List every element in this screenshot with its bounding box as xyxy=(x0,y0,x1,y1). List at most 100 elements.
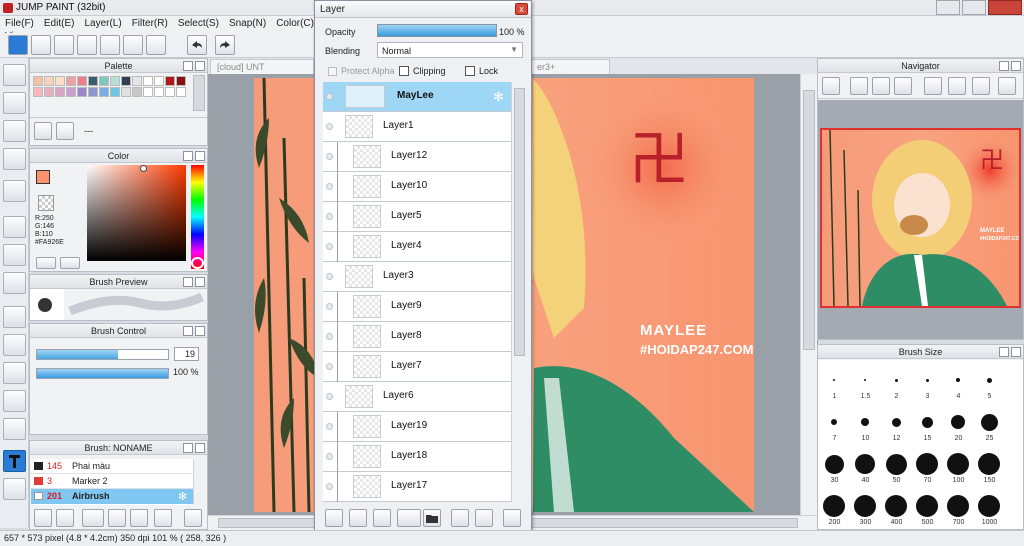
rotate-right-icon[interactable] xyxy=(972,77,990,95)
magic-wand-tool-icon[interactable] xyxy=(3,362,26,384)
palette-swatch[interactable] xyxy=(33,87,43,97)
close-panel-icon[interactable] xyxy=(1011,61,1021,71)
brush-size-value[interactable]: 19 xyxy=(174,347,199,361)
duplicate-layer-button[interactable] xyxy=(373,509,391,527)
palette-swatch[interactable] xyxy=(165,76,175,86)
menu-filter[interactable]: Filter(R) xyxy=(127,16,173,29)
palette-swatch[interactable] xyxy=(44,76,54,86)
palette-swatch[interactable] xyxy=(110,76,120,86)
brush-size-dot[interactable] xyxy=(885,453,907,475)
canvas-vertical-scrollbar[interactable] xyxy=(800,74,817,515)
close-layer-panel-button[interactable]: x xyxy=(515,3,528,15)
brush-size-dot[interactable] xyxy=(855,454,875,474)
layer-row[interactable]: Layer4 xyxy=(323,232,511,262)
zoom-icon[interactable] xyxy=(822,77,840,95)
visibility-toggle-icon[interactable] xyxy=(326,333,333,340)
visibility-toggle-icon[interactable] xyxy=(326,183,333,190)
lock-checkbox[interactable] xyxy=(465,66,475,76)
clear-layer-button[interactable] xyxy=(475,509,493,527)
visibility-toggle-icon[interactable] xyxy=(326,453,333,460)
new-vector-layer-button[interactable] xyxy=(349,509,367,527)
layer-opacity-slider[interactable] xyxy=(377,24,497,37)
palette-swatch[interactable] xyxy=(99,87,109,97)
eraser-tool-icon[interactable] xyxy=(3,92,26,114)
palette-scrollbar[interactable] xyxy=(193,75,205,111)
line-tool-icon[interactable] xyxy=(3,148,26,170)
brush-menu-button[interactable] xyxy=(34,509,52,527)
cloud-icon[interactable] xyxy=(8,35,28,55)
move-tool-icon[interactable] xyxy=(3,180,26,202)
palette-swatch[interactable] xyxy=(132,87,142,97)
visibility-toggle-icon[interactable] xyxy=(326,273,333,280)
visibility-toggle-icon[interactable] xyxy=(326,153,333,160)
float-icon[interactable] xyxy=(183,61,193,71)
layer-row-selected[interactable]: MayLee ✻ xyxy=(323,82,511,112)
brush-list-item-selected[interactable]: 201 Airbrush ✻ xyxy=(31,489,193,504)
close-panel-icon[interactable] xyxy=(195,61,205,71)
redo-button[interactable] xyxy=(215,35,235,55)
delete-layer-button[interactable] xyxy=(503,509,521,527)
blending-select[interactable]: Normal ▼ xyxy=(377,42,523,58)
brush-folder-button[interactable] xyxy=(130,509,148,527)
close-panel-icon[interactable] xyxy=(1011,347,1021,357)
new-palette-button[interactable] xyxy=(34,122,52,140)
gear-icon[interactable]: ✻ xyxy=(493,89,504,105)
bucket-tool-icon[interactable] xyxy=(3,244,26,266)
brush-list-item[interactable]: 3 Marker 2 xyxy=(31,474,193,489)
fill-rect-tool-icon[interactable] xyxy=(3,216,26,238)
brush-size-dot[interactable] xyxy=(921,416,933,428)
palette-swatch[interactable] xyxy=(110,87,120,97)
new-layer-button[interactable] xyxy=(325,509,343,527)
gear-icon[interactable]: ✻ xyxy=(178,490,187,503)
color-picker-handle[interactable] xyxy=(140,165,147,172)
menu-layer[interactable]: Layer(L) xyxy=(79,16,126,29)
layer-row[interactable]: Layer7 xyxy=(323,352,511,382)
protect-alpha-checkbox[interactable] xyxy=(328,67,337,76)
layer-row[interactable]: Layer9 xyxy=(323,292,511,322)
brush-size-dot[interactable] xyxy=(861,418,869,426)
brush-size-dot[interactable] xyxy=(854,495,876,517)
palette-swatch[interactable] xyxy=(143,87,153,97)
close-panel-icon[interactable] xyxy=(195,326,205,336)
maximize-button[interactable] xyxy=(962,0,986,15)
float-icon[interactable] xyxy=(183,277,193,287)
brush-list-scrollbar[interactable] xyxy=(193,459,207,505)
close-window-button[interactable] xyxy=(988,0,1022,15)
menu-snap[interactable]: Snap(N) xyxy=(224,16,271,29)
palette-swatch[interactable] xyxy=(132,76,142,86)
brush-size-dot[interactable] xyxy=(947,495,969,517)
hand-tool-icon[interactable] xyxy=(3,478,26,500)
brush-size-dot[interactable] xyxy=(916,453,938,475)
palette-swatch[interactable] xyxy=(55,76,65,86)
new-folder-button[interactable] xyxy=(423,509,441,527)
brush-settings-button[interactable] xyxy=(108,509,126,527)
brush-size-slider[interactable] xyxy=(36,349,169,360)
layer-row[interactable]: Layer10 xyxy=(323,172,511,202)
brush-size-dot[interactable] xyxy=(980,413,998,431)
visibility-toggle-icon[interactable] xyxy=(326,213,333,220)
message-icon[interactable] xyxy=(77,35,97,55)
palette-swatch[interactable] xyxy=(154,87,164,97)
palette-swatch[interactable] xyxy=(165,87,175,97)
brush-size-dot[interactable] xyxy=(824,454,844,474)
page-icon[interactable] xyxy=(123,35,143,55)
layer-row[interactable]: Layer3 xyxy=(323,262,511,292)
transparent-color-swatch[interactable] xyxy=(38,195,54,211)
brush-size-dot[interactable] xyxy=(885,495,907,517)
visibility-toggle-icon[interactable] xyxy=(326,123,333,130)
color-mode-button-1[interactable] xyxy=(36,257,56,269)
layer-row[interactable]: Layer19 xyxy=(323,412,511,442)
layer-row[interactable]: Layer6 xyxy=(323,382,511,412)
select-eraser-tool-icon[interactable] xyxy=(3,418,26,440)
brush-copy-button[interactable] xyxy=(154,509,172,527)
brush-size-dot[interactable] xyxy=(986,377,992,383)
text-tool-icon[interactable] xyxy=(3,450,26,472)
palette-swatch[interactable] xyxy=(66,76,76,86)
brush-size-dot[interactable] xyxy=(956,378,960,382)
color-mode-button-2[interactable] xyxy=(60,257,80,269)
palette-swatch[interactable] xyxy=(66,87,76,97)
comment-icon[interactable] xyxy=(54,35,74,55)
brush-options-button[interactable] xyxy=(82,509,104,527)
palette-swatch[interactable] xyxy=(88,87,98,97)
brush-tool-icon[interactable] xyxy=(3,64,26,86)
